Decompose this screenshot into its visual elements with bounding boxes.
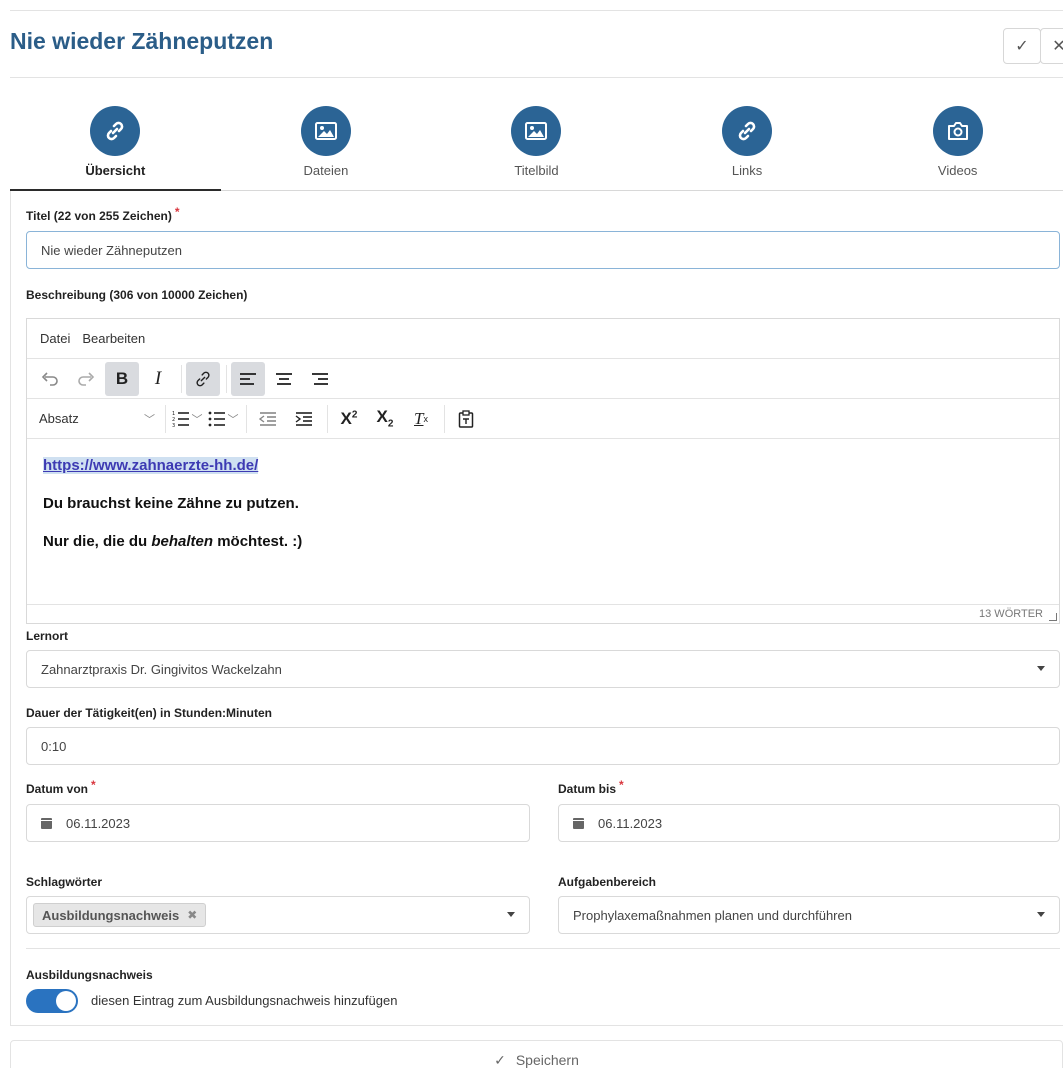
tab-label: Übersicht (85, 163, 146, 178)
indent-icon[interactable] (287, 402, 321, 436)
camera-icon (932, 106, 983, 156)
tab-label: Links (731, 163, 763, 178)
caret-down-icon (507, 912, 515, 917)
caret-down-icon (1037, 912, 1045, 917)
tab-uebersicht[interactable]: Übersicht (10, 78, 221, 191)
rich-text-editor: Datei Bearbeiten B I Absatz ﹀ 1 2 3 ﹀ ﹀ … (26, 318, 1060, 624)
area-select[interactable]: Prophylaxemaßnahmen planen und durchführ… (558, 896, 1060, 934)
content-paragraph: Du brauchst keine Zähne zu putzen. (43, 495, 299, 512)
location-label: Lernort (26, 629, 68, 643)
image-icon (300, 106, 351, 156)
title-label: Titel (22 von 255 Zeichen) * (26, 205, 180, 223)
record-toggle[interactable] (26, 989, 78, 1013)
toolbar-separator (181, 364, 182, 393)
toolbar-separator (327, 404, 328, 433)
word-count: 13 WÖRTER (979, 608, 1043, 620)
close-button[interactable]: ✕ (1040, 28, 1063, 64)
calendar-icon (573, 817, 584, 829)
date-to-label: Datum bis * (558, 778, 624, 796)
tab-label: Dateien (303, 163, 349, 178)
toolbar-separator (246, 404, 247, 433)
remove-tag-icon[interactable]: ✖ (187, 908, 197, 922)
image-icon (511, 106, 562, 156)
date-from-label: Datum von * (26, 778, 96, 796)
tab-titelbild[interactable]: Titelbild (431, 78, 642, 190)
save-button[interactable]: ✓ Speichern (10, 1040, 1063, 1068)
tab-links[interactable]: Links (642, 78, 853, 190)
calendar-icon (41, 817, 52, 829)
align-center-icon[interactable] (267, 362, 301, 396)
redo-icon[interactable] (69, 362, 103, 396)
toolbar-separator (226, 364, 227, 393)
tab-dateien[interactable]: Dateien (221, 78, 432, 190)
location-select[interactable]: Zahnarztpraxis Dr. Gingivitos Wackelzahn (26, 650, 1060, 688)
tab-videos[interactable]: Videos (852, 78, 1063, 190)
check-icon: ✓ (1015, 38, 1029, 55)
content-link[interactable]: https://www.zahnaerzte-hh.de/ (43, 457, 259, 474)
record-label: Ausbildungsnachweis (26, 968, 153, 982)
duration-label: Dauer der Tätigkeit(en) in Stunden:Minut… (26, 706, 273, 720)
align-left-icon[interactable] (231, 361, 265, 396)
chevron-down-icon: ﹀ (227, 413, 239, 426)
paste-text-icon[interactable] (449, 402, 483, 436)
svg-text:3: 3 (172, 423, 175, 427)
align-right-icon[interactable] (303, 362, 337, 396)
check-icon: ✓ (494, 1051, 506, 1068)
superscript-icon[interactable]: X2 (332, 402, 366, 436)
outdent-icon[interactable] (251, 402, 285, 436)
editor-toolbar-2: Absatz ﹀ 123 ﹀ ﹀ X2 X2 Tx (27, 399, 1059, 439)
editor-statusbar: 13 WÖRTER (27, 604, 1059, 623)
bold-icon[interactable]: B (105, 361, 139, 396)
content-paragraph: Nur die, die du behalten möchtest. :) (43, 533, 303, 550)
numbered-list-icon[interactable]: 123 ﹀ (170, 402, 204, 436)
title-input[interactable]: Nie wieder Zähneputzen (26, 231, 1060, 269)
tab-label: Videos (937, 163, 978, 178)
description-label: Beschreibung (306 von 10000 Zeichen) (26, 288, 248, 302)
italic-icon[interactable]: I (141, 362, 175, 396)
required-mark: * (619, 778, 624, 792)
chevron-down-icon: ﹀ (191, 413, 203, 426)
menu-bearbeiten[interactable]: Bearbeiten (82, 331, 145, 346)
page-header: Nie wieder Zähneputzen ✓ ✕ (10, 10, 1063, 78)
date-from-input[interactable]: 06.11.2023 (26, 804, 530, 842)
toolbar-separator (165, 404, 166, 433)
subscript-icon[interactable]: X2 (368, 402, 402, 436)
clear-formatting-icon[interactable]: Tx (404, 402, 438, 436)
required-mark: * (91, 778, 96, 792)
duration-input[interactable]: 0:10 (26, 727, 1060, 765)
date-to-input[interactable]: 06.11.2023 (558, 804, 1060, 842)
chevron-down-icon: ﹀ (144, 413, 155, 426)
close-icon: ✕ (1052, 38, 1063, 55)
keywords-label: Schlagwörter (26, 875, 103, 889)
area-label: Aufgabenbereich (558, 875, 657, 889)
undo-icon[interactable] (33, 362, 67, 396)
block-format-select[interactable]: Absatz ﹀ (33, 402, 161, 436)
keyword-tag: Ausbildungsnachweis ✖ (33, 903, 207, 927)
section-divider (26, 948, 1060, 949)
bullet-list-icon[interactable]: ﹀ (206, 402, 240, 436)
resize-handle-icon[interactable] (1049, 613, 1057, 621)
menu-datei[interactable]: Datei (40, 331, 70, 346)
toolbar-separator (444, 404, 445, 433)
editor-menubar: Datei Bearbeiten (27, 319, 1059, 359)
save-label: Speichern (515, 1052, 579, 1068)
tab-label: Titelbild (514, 163, 559, 178)
entry-form: Titel (22 von 255 Zeichen) * Nie wieder Z… (10, 191, 1063, 1026)
toggle-knob (56, 991, 76, 1011)
required-mark: * (174, 205, 180, 219)
confirm-button[interactable]: ✓ (1003, 28, 1041, 64)
keywords-select[interactable]: Ausbildungsnachweis ✖ (26, 896, 530, 934)
record-toggle-text: diesen Eintrag zum Ausbildungsnachweis h… (91, 993, 398, 1008)
link-icon[interactable] (186, 361, 220, 396)
link-icon (722, 106, 773, 156)
page-title: Nie wieder Zähneputzen (10, 28, 274, 54)
link-icon (90, 106, 141, 156)
editor-toolbar-1: B I (27, 359, 1059, 399)
caret-down-icon (1037, 666, 1045, 671)
editor-content[interactable]: https://www.zahnaerzte-hh.de/ Du brauchs… (27, 439, 1059, 550)
tab-bar: Übersicht Dateien Titelbild Links Videos (10, 78, 1063, 191)
